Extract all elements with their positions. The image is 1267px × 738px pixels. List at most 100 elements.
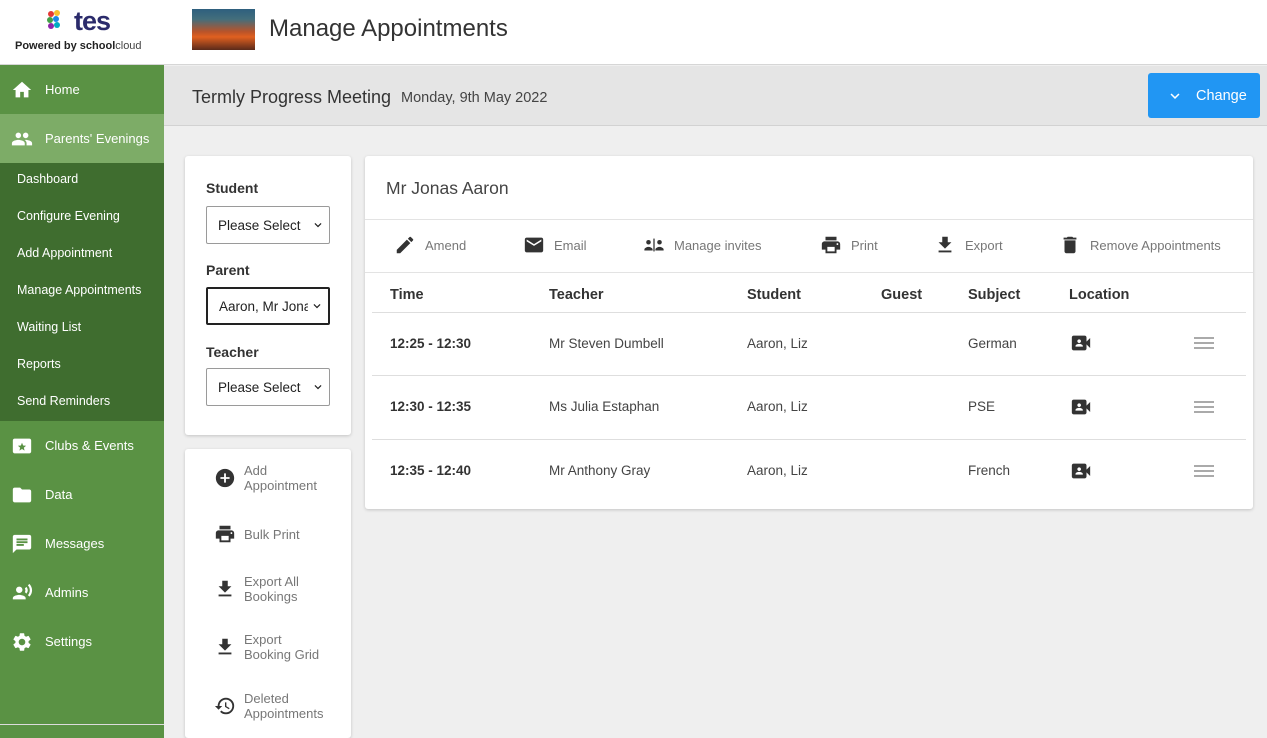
appointment-subject: German xyxy=(968,336,1017,351)
teacher-select[interactable]: Please Select xyxy=(206,368,330,406)
appointment-student: Aaron, Liz xyxy=(747,399,808,414)
sidebar-item-admins[interactable]: Admins xyxy=(0,568,164,617)
meeting-date: Monday, 9th May 2022 xyxy=(401,90,548,106)
message-icon xyxy=(11,533,33,555)
add-appointment-action[interactable]: Add Appointment xyxy=(214,463,317,493)
deleted-appointments-action[interactable]: Deleted Appointments xyxy=(214,691,324,721)
manage-invites-icon xyxy=(643,234,665,256)
home-icon xyxy=(11,79,33,101)
student-select[interactable]: Please Select xyxy=(206,206,330,244)
sidebar-item-settings[interactable]: Settings xyxy=(0,617,164,666)
email-button[interactable]: Email xyxy=(523,234,587,256)
add-circle-icon xyxy=(214,467,236,489)
video-call-icon xyxy=(1070,332,1092,354)
tes-logo[interactable]: tes Powered by schoolcloud xyxy=(0,0,164,65)
appointments-panel: Mr Jonas Aaron Amend Email Manage invite… xyxy=(365,156,1253,509)
email-icon xyxy=(523,234,545,256)
sidebar-item-data[interactable]: Data xyxy=(0,470,164,519)
sidebar-item-messages[interactable]: Messages xyxy=(0,519,164,568)
video-call-icon xyxy=(1070,396,1092,418)
sidebar-item-label: Settings xyxy=(45,634,92,649)
change-button[interactable]: Change xyxy=(1148,73,1260,118)
bulk-print-action[interactable]: Bulk Print xyxy=(214,523,300,545)
student-label: Student xyxy=(206,180,259,196)
divider xyxy=(365,219,1253,220)
appointment-student: Aaron, Liz xyxy=(747,463,808,478)
appointment-time: 12:35 - 12:40 xyxy=(390,463,472,478)
appointment-time: 12:25 - 12:30 xyxy=(390,336,472,351)
school-banner-image xyxy=(192,9,255,50)
history-icon xyxy=(214,695,236,717)
appointment-subject: PSE xyxy=(968,399,996,414)
sidebar-item-label: Messages xyxy=(45,536,105,551)
star-card-icon xyxy=(11,435,33,457)
column-header-location[interactable]: Location xyxy=(1069,287,1129,303)
column-header-time[interactable]: Time xyxy=(390,287,424,303)
appointment-time: 12:30 - 12:35 xyxy=(390,399,472,414)
export-all-bookings-action[interactable]: Export All Bookings xyxy=(214,574,299,604)
folder-icon xyxy=(11,484,33,506)
admins-icon xyxy=(11,582,33,604)
sidebar-divider xyxy=(0,724,164,725)
download-icon xyxy=(214,578,236,600)
download-icon xyxy=(214,636,236,658)
column-header-subject[interactable]: Subject xyxy=(968,287,1020,303)
actions-panel: Add Appointment Bulk Print Export All Book… xyxy=(185,449,351,738)
print-button[interactable]: Print xyxy=(820,234,878,256)
export-booking-grid-action[interactable]: Export Booking Grid xyxy=(214,632,319,662)
subnav-send-reminders[interactable]: Send Reminders xyxy=(17,394,110,408)
drag-handle-icon[interactable] xyxy=(1194,336,1214,350)
column-header-student[interactable]: Student xyxy=(747,287,801,303)
meeting-title: Termly Progress Meeting xyxy=(192,87,392,107)
divider xyxy=(365,272,1253,273)
table-divider xyxy=(372,312,1246,313)
subnav-dashboard[interactable]: Dashboard xyxy=(17,172,78,186)
sidebar-item-label: Home xyxy=(45,82,80,97)
appointment-teacher: Mr Steven Dumbell xyxy=(549,336,664,351)
drag-handle-icon[interactable] xyxy=(1194,400,1214,414)
sidebar-item-label: Admins xyxy=(45,585,89,600)
subnav-reports[interactable]: Reports xyxy=(17,357,61,371)
page-title: Manage Appointments xyxy=(269,15,508,42)
meeting-header: Termly Progress Meeting Monday, 9th May … xyxy=(164,66,1267,126)
chevron-down-icon xyxy=(313,304,321,309)
sidebar-item-label: Data xyxy=(45,487,73,502)
amend-button[interactable]: Amend xyxy=(394,234,466,256)
subnav-manage-appointments[interactable]: Manage Appointments xyxy=(17,283,141,297)
sidebar-item-label: Parents' Evenings xyxy=(45,131,150,146)
sidebar-item-clubs-events[interactable]: Clubs & Events xyxy=(0,421,164,470)
column-header-guest[interactable]: Guest xyxy=(881,287,922,303)
teacher-label: Teacher xyxy=(206,344,259,360)
column-header-teacher[interactable]: Teacher xyxy=(549,287,604,303)
export-button[interactable]: Export xyxy=(934,234,1003,256)
gear-icon xyxy=(11,631,33,653)
sidebar-item-home[interactable]: Home xyxy=(0,65,164,114)
drag-handle-icon[interactable] xyxy=(1194,464,1214,478)
remove-appointments-button[interactable]: Remove Appointments xyxy=(1059,234,1221,256)
logo-text: tes xyxy=(74,6,111,36)
chevron-down-icon xyxy=(314,223,322,228)
chevron-down-icon xyxy=(1170,92,1180,99)
parent-select[interactable]: Aaron, Mr Jonas xyxy=(206,287,330,325)
appointment-teacher: Mr Anthony Gray xyxy=(549,463,651,478)
sidebar: Home Parents' Evenings Dashboard Configu… xyxy=(0,65,164,738)
subnav-waiting-list[interactable]: Waiting List xyxy=(17,320,81,334)
subnav-configure-evening[interactable]: Configure Evening xyxy=(17,209,120,223)
parent-name-heading: Mr Jonas Aaron xyxy=(386,178,509,198)
parent-label: Parent xyxy=(206,262,250,278)
appointment-teacher: Ms Julia Estaphan xyxy=(549,399,660,414)
change-button-label: Change xyxy=(1196,87,1247,104)
sidebar-item-parents-evenings[interactable]: Parents' Evenings xyxy=(0,114,164,163)
chevron-down-icon xyxy=(314,385,322,390)
manage-invites-button[interactable]: Manage invites xyxy=(643,234,761,256)
logo-mark-icon xyxy=(47,10,60,29)
download-icon xyxy=(934,234,956,256)
powered-by-text: Powered by schoolcloud xyxy=(15,40,142,52)
subnav-add-appointment[interactable]: Add Appointment xyxy=(17,246,112,260)
top-header: tes Powered by schoolcloud Manage Appoin… xyxy=(0,0,1267,65)
trash-icon xyxy=(1059,234,1081,256)
filter-panel: Student Please Select Parent Aaron, Mr J… xyxy=(185,156,351,435)
print-icon xyxy=(820,234,842,256)
sidebar-item-label: Clubs & Events xyxy=(45,438,134,453)
table-divider xyxy=(372,439,1246,440)
